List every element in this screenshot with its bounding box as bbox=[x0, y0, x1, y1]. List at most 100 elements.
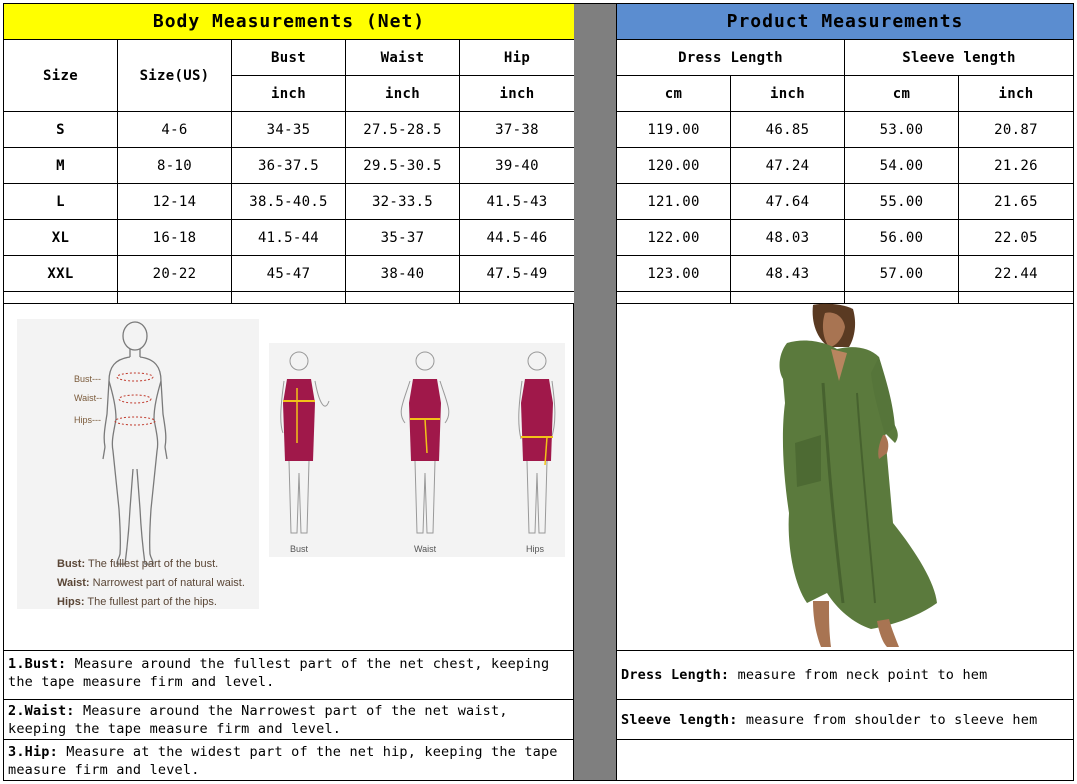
dl-cm-cell: 119.00 bbox=[617, 112, 731, 148]
figure-area: Bust--- Waist-- Hips--- Bust: The fulles… bbox=[3, 303, 574, 651]
sl-cm-cell: 55.00 bbox=[845, 184, 959, 220]
product-photo-area bbox=[617, 303, 1074, 651]
caption-bust-label: Bust: bbox=[57, 558, 86, 570]
sl-cm-cell: 56.00 bbox=[845, 220, 959, 256]
caption-hips-label: Hips: bbox=[57, 596, 85, 608]
fig-bust-label: Bust bbox=[290, 544, 309, 554]
note-bust-label: 1.Bust: bbox=[8, 656, 67, 672]
waist-cell: 29.5-30.5 bbox=[346, 148, 460, 184]
green-dress-photo bbox=[779, 303, 937, 647]
size-us-header: Size(US) bbox=[118, 40, 232, 112]
body-measurements-title: Body Measurements (Net) bbox=[4, 4, 575, 40]
note-hip-text: Measure at the widest part of the net hi… bbox=[8, 744, 558, 778]
note-waist: 2.Waist: Measure around the Narrowest pa… bbox=[3, 700, 574, 740]
mark-waist-label: Waist-- bbox=[74, 393, 103, 403]
hip-cell: 41.5-43 bbox=[460, 184, 575, 220]
caption-waist: Waist: Narrowest part of natural waist. bbox=[57, 577, 245, 589]
note-dress-length-text: measure from neck point to hem bbox=[729, 667, 988, 683]
dl-inch-cell: 46.85 bbox=[731, 112, 845, 148]
sleeve-length-header: Sleeve length bbox=[845, 40, 1074, 76]
dl-inch-cell: 48.43 bbox=[731, 256, 845, 292]
size-cell: XXL bbox=[4, 256, 118, 292]
note-sleeve-length-label: Sleeve length: bbox=[621, 711, 738, 728]
caption-bust-text: The fullest part of the bust. bbox=[87, 558, 219, 570]
left-table: Body Measurements (Net) Size Size(US) Bu… bbox=[3, 3, 575, 304]
dl-inch-cell: 47.24 bbox=[731, 148, 845, 184]
us-cell: 20-22 bbox=[118, 256, 232, 292]
note-waist-text: Measure around the Narrowest part of the… bbox=[8, 703, 508, 737]
gray-divider bbox=[574, 3, 617, 781]
caption-hips-text: The fullest part of the hips. bbox=[87, 596, 217, 608]
dl-cm-header: cm bbox=[617, 76, 731, 112]
hip-header: Hip bbox=[460, 40, 575, 76]
sl-inch-cell: 22.44 bbox=[959, 256, 1074, 292]
sl-inch-cell: 21.26 bbox=[959, 148, 1074, 184]
note-empty bbox=[617, 740, 1074, 781]
bust-cell: 41.5-44 bbox=[232, 220, 346, 256]
size-cell: L bbox=[4, 184, 118, 220]
waist-cell: 35-37 bbox=[346, 220, 460, 256]
dl-inch-cell: 48.03 bbox=[731, 220, 845, 256]
dl-inch-cell: 47.64 bbox=[731, 184, 845, 220]
waist-cell: 27.5-28.5 bbox=[346, 112, 460, 148]
sl-cm-header: cm bbox=[845, 76, 959, 112]
fig-hips-label: Hips bbox=[526, 544, 545, 554]
figure-waist bbox=[400, 351, 450, 534]
size-cell: XL bbox=[4, 220, 118, 256]
note-waist-label: 2.Waist: bbox=[8, 703, 75, 719]
mark-bust-label: Bust--- bbox=[74, 374, 101, 384]
note-hip: 3.Hip: Measure at the widest part of the… bbox=[3, 740, 574, 781]
us-cell: 12-14 bbox=[118, 184, 232, 220]
dl-cm-cell: 120.00 bbox=[617, 148, 731, 184]
right-table: Product Measurements Dress Length Sleeve… bbox=[617, 3, 1074, 304]
bust-cell: 34-35 bbox=[232, 112, 346, 148]
note-sleeve-length-text: measure from shoulder to sleeve hem bbox=[737, 711, 1038, 728]
us-cell: 16-18 bbox=[118, 220, 232, 256]
sl-inch-cell: 21.65 bbox=[959, 184, 1074, 220]
note-sleeve-length: Sleeve length: measure from shoulder to … bbox=[617, 700, 1074, 740]
hip-cell: 47.5-49 bbox=[460, 256, 575, 292]
caption-waist-text: Narrowest part of natural waist. bbox=[92, 577, 245, 589]
note-bust-text: Measure around the fullest part of the n… bbox=[8, 656, 550, 690]
dl-inch-header: inch bbox=[731, 76, 845, 112]
dl-cm-cell: 121.00 bbox=[617, 184, 731, 220]
us-cell: 4-6 bbox=[118, 112, 232, 148]
bust-cell: 45-47 bbox=[232, 256, 346, 292]
figure-bust bbox=[280, 351, 330, 534]
size-header: Size bbox=[4, 40, 118, 112]
sl-cm-cell: 54.00 bbox=[845, 148, 959, 184]
size-cell: S bbox=[4, 112, 118, 148]
dl-cm-cell: 122.00 bbox=[617, 220, 731, 256]
note-dress-length: Dress Length: measure from neck point to… bbox=[617, 651, 1074, 700]
product-measurements-title: Product Measurements bbox=[617, 4, 1074, 40]
sl-inch-cell: 20.87 bbox=[959, 112, 1074, 148]
bust-cell: 36-37.5 bbox=[232, 148, 346, 184]
waist-unit: inch bbox=[346, 76, 460, 112]
waist-cell: 32-33.5 bbox=[346, 184, 460, 220]
figure-hips bbox=[518, 351, 556, 534]
fig-waist-label: Waist bbox=[414, 544, 437, 554]
bust-cell: 38.5-40.5 bbox=[232, 184, 346, 220]
us-cell: 8-10 bbox=[118, 148, 232, 184]
waist-header: Waist bbox=[346, 40, 460, 76]
mark-hips-label: Hips--- bbox=[74, 415, 101, 425]
caption-waist-label: Waist: bbox=[57, 577, 90, 589]
caption-bust: Bust: The fullest part of the bust. bbox=[57, 558, 218, 570]
sl-inch-cell: 22.05 bbox=[959, 220, 1074, 256]
dress-measuring-illustration bbox=[280, 351, 556, 534]
size-cell: M bbox=[4, 148, 118, 184]
hip-cell: 37-38 bbox=[460, 112, 575, 148]
hip-cell: 39-40 bbox=[460, 148, 575, 184]
bust-header: Bust bbox=[232, 40, 346, 76]
dress-length-header: Dress Length bbox=[617, 40, 845, 76]
waist-cell: 38-40 bbox=[346, 256, 460, 292]
dl-cm-cell: 123.00 bbox=[617, 256, 731, 292]
sl-inch-header: inch bbox=[959, 76, 1074, 112]
body-outline-figure: Bust--- Waist-- Hips--- Bust: The fulles… bbox=[17, 319, 259, 609]
measure-dress-figures: Bust Waist Hips bbox=[269, 343, 565, 557]
sl-cm-cell: 57.00 bbox=[845, 256, 959, 292]
sl-cm-cell: 53.00 bbox=[845, 112, 959, 148]
note-bust: 1.Bust: Measure around the fullest part … bbox=[3, 651, 574, 700]
hip-cell: 44.5-46 bbox=[460, 220, 575, 256]
caption-hips: Hips: The fullest part of the hips. bbox=[57, 596, 217, 608]
